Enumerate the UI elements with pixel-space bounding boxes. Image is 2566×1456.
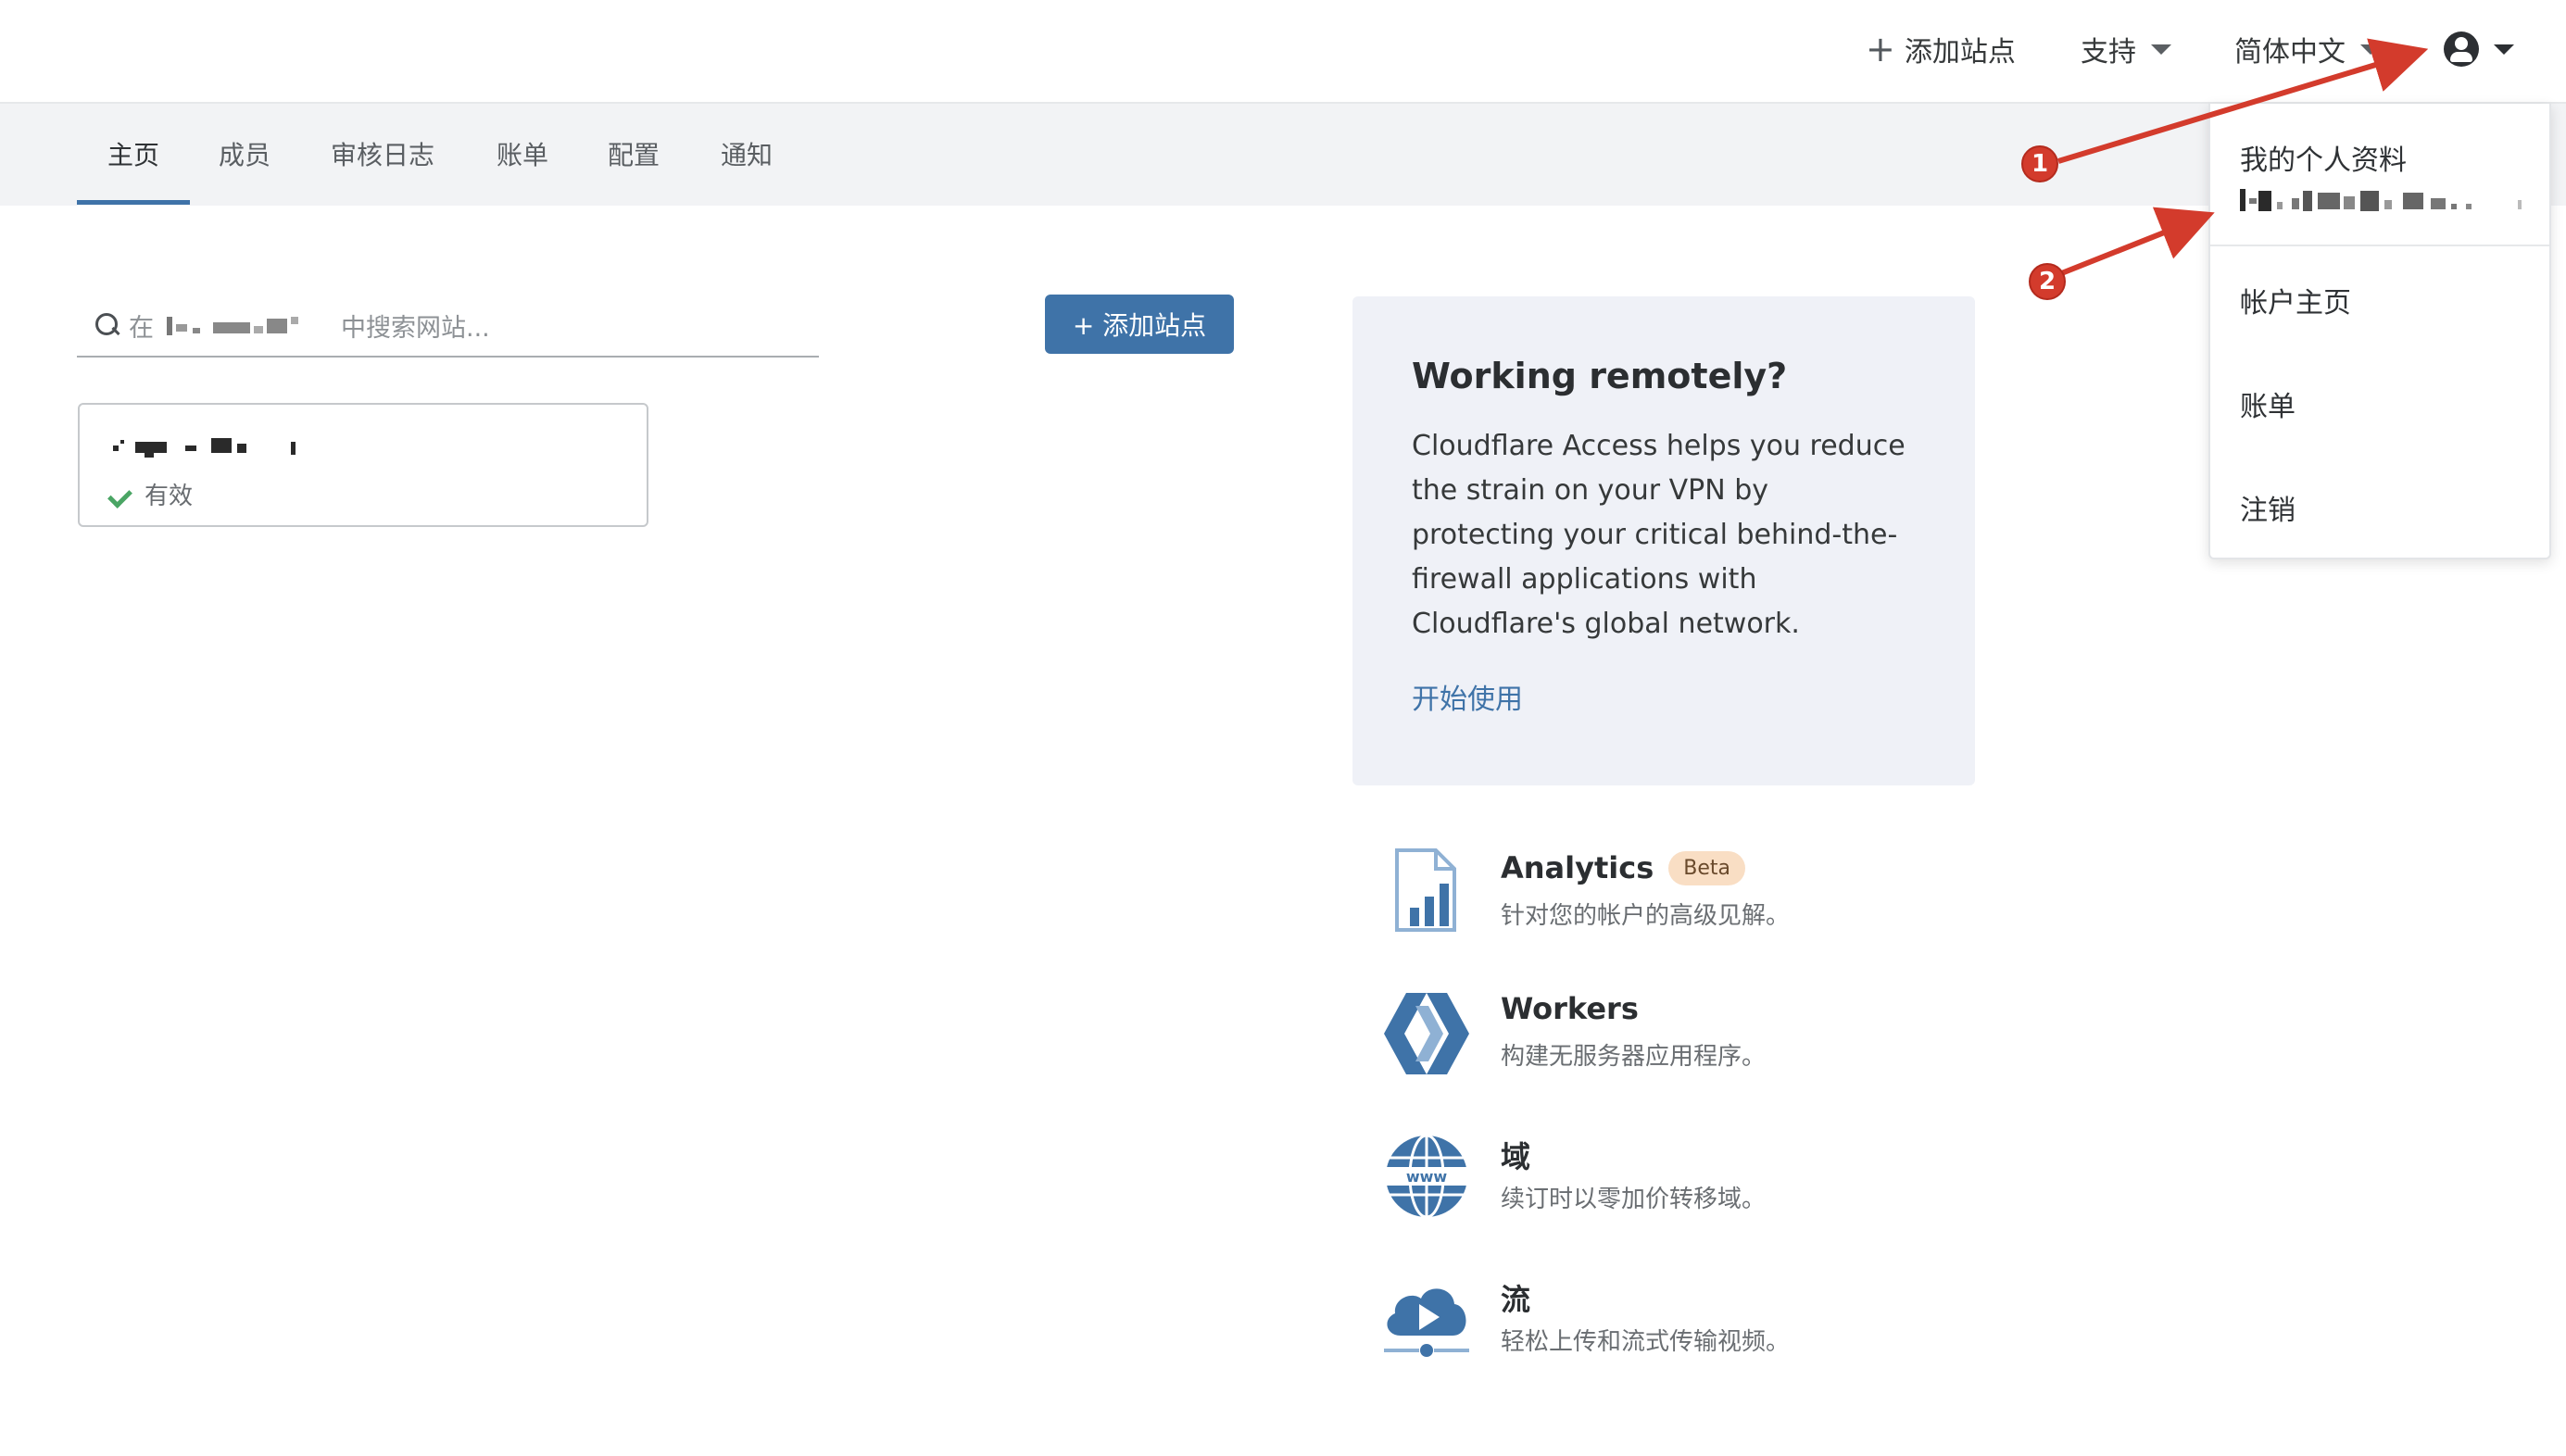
site-status: 有效 — [109, 477, 193, 511]
active-tab-indicator — [77, 200, 190, 205]
working-remotely-body: Cloudflare Access helps you reduce the s… — [1412, 430, 1906, 640]
redacted-site-name — [109, 433, 350, 458]
chevron-down-icon — [2494, 44, 2514, 55]
header-add-site-link[interactable]: + 添加站点 — [1866, 26, 2016, 72]
support-menu[interactable]: 支持 — [2081, 26, 2171, 72]
search-prefix: 在 — [129, 313, 154, 343]
globe-www-icon: www — [1384, 1134, 1469, 1219]
account-home-item[interactable]: 帐户主页 — [2240, 280, 2351, 320]
my-profile-item[interactable]: 我的个人资料 — [2240, 137, 2407, 178]
site-search[interactable]: 在 中搜索网站... — [77, 295, 819, 358]
working-remotely-card: Working remotely? Cloudflare Access help… — [1352, 296, 1975, 785]
logout-item[interactable]: 注销 — [2240, 487, 2296, 528]
tab-billing[interactable]: 账单 — [497, 135, 548, 172]
language-label: 简体中文 — [2234, 36, 2346, 69]
check-icon — [109, 484, 137, 505]
header-add-site-label: 添加站点 — [1904, 36, 2016, 69]
working-remotely-title: Working remotely? — [1412, 356, 1788, 396]
annotation-arrows — [2053, 38, 2429, 279]
user-dropdown-menu: 我的个人资料 帐户主页 账单 注销 — [2208, 104, 2551, 559]
analytics-icon — [1395, 848, 1456, 932]
product-name: 流 — [1501, 1282, 1531, 1317]
annotation-badge-1: 1 — [2021, 145, 2058, 182]
product-workers[interactable]: Workers 构建无服务器应用程序。 — [1378, 985, 2027, 1087]
tab-members[interactable]: 成员 — [219, 135, 270, 172]
chevron-down-icon — [2151, 44, 2171, 55]
product-description: 构建无服务器应用程序。 — [1501, 1043, 1767, 1071]
search-icon — [95, 313, 119, 337]
site-card[interactable]: 有效 — [78, 403, 648, 527]
site-status-label: 有效 — [145, 483, 194, 510]
product-analytics[interactable]: Analytics Beta 针对您的帐户的高级见解。 — [1378, 845, 2027, 947]
user-avatar-icon — [2444, 31, 2479, 67]
tab-configuration[interactable]: 配置 — [608, 135, 660, 172]
svg-text:www: www — [1406, 1168, 1448, 1186]
beta-badge: Beta — [1668, 850, 1745, 885]
search-suffix: 中搜索网站... — [341, 313, 490, 343]
support-label: 支持 — [2081, 36, 2136, 69]
billing-item[interactable]: 账单 — [2240, 383, 2296, 424]
user-menu[interactable] — [2444, 26, 2514, 72]
get-started-link[interactable]: 开始使用 — [1412, 676, 1523, 717]
redacted-account-name — [159, 313, 335, 337]
product-name: Workers — [1501, 991, 1639, 1026]
product-description: 针对您的帐户的高级见解。 — [1501, 902, 1791, 930]
top-bar: + 添加站点 支持 简体中文 — [0, 0, 2566, 104]
product-name: Analytics — [1501, 850, 1654, 885]
product-stream[interactable]: 流 轻松上传和流式传输视频。 — [1378, 1271, 2027, 1373]
product-domains[interactable]: www 域 续订时以零加价转移域。 — [1378, 1128, 2027, 1230]
product-description: 续订时以零加价转移域。 — [1501, 1186, 1767, 1213]
tab-notifications[interactable]: 通知 — [721, 135, 773, 172]
tab-audit-log[interactable]: 审核日志 — [331, 135, 434, 172]
tabs-bar: 主页 成员 审核日志 账单 配置 通知 — [0, 104, 2566, 206]
profile-section[interactable]: 我的个人资料 — [2210, 104, 2549, 246]
plus-icon: + — [1866, 29, 1895, 69]
language-menu[interactable]: 简体中文 — [2234, 26, 2381, 72]
add-site-button[interactable]: + 添加站点 — [1045, 295, 1234, 354]
redacted-email — [2240, 189, 2527, 211]
annotation-badge-2: 2 — [2029, 263, 2066, 300]
tab-home[interactable]: 主页 — [107, 135, 159, 172]
cloud-play-icon — [1384, 1288, 1469, 1357]
product-description: 轻松上传和流式传输视频。 — [1501, 1328, 1791, 1356]
product-name: 域 — [1501, 1139, 1531, 1174]
workers-icon — [1384, 993, 1469, 1074]
chevron-down-icon — [2360, 44, 2381, 55]
